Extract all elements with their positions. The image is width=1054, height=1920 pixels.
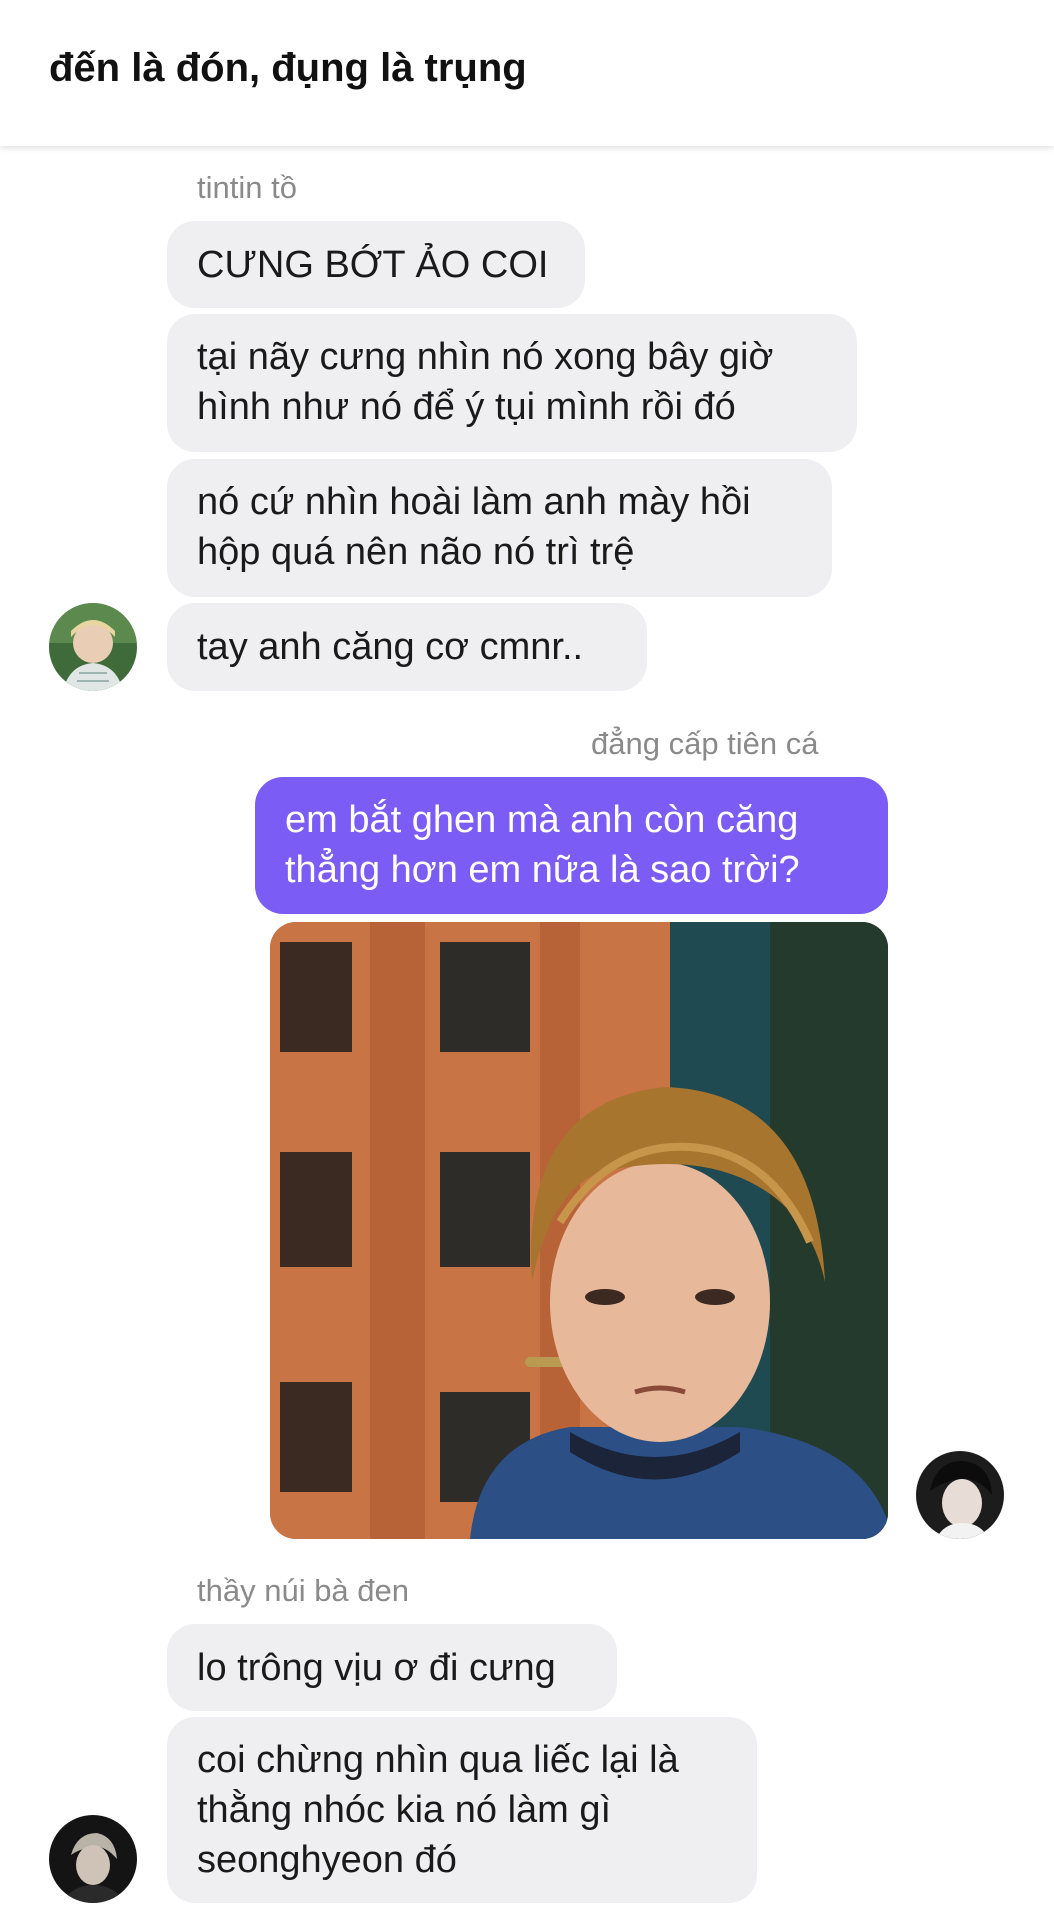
avatar-photo-icon: [49, 603, 137, 691]
chat-header: đến là đón, đụng là trụng: [0, 0, 1054, 146]
sender-name: tintin tồ: [197, 170, 297, 205]
sender-name: đẳng cấp tiên cá: [591, 726, 819, 761]
message-text: tại nãy cưng nhìn nó xong bây giờ hình n…: [197, 336, 774, 428]
avatar-photo-icon: [49, 1815, 137, 1903]
avatar[interactable]: [49, 603, 137, 691]
image-photo-icon: [270, 922, 888, 1539]
avatar[interactable]: [49, 1815, 137, 1903]
message-text: CƯNG BỚT ẢO COI: [197, 243, 549, 286]
message-bubble[interactable]: coi chừng nhìn qua liếc lại là thằng nhó…: [167, 1717, 757, 1903]
sender-name: thầy núi bà đen: [197, 1573, 410, 1608]
message-bubble[interactable]: nó cứ nhìn hoài làm anh mày hồi hộp quá …: [167, 459, 832, 597]
message-bubble[interactable]: CƯNG BỚT ẢO COI: [167, 221, 585, 308]
message-bubble[interactable]: tại nãy cưng nhìn nó xong bây giờ hình n…: [167, 314, 857, 452]
attached-image[interactable]: [270, 922, 888, 1539]
avatar-photo-icon: [916, 1451, 1004, 1539]
chat-title[interactable]: đến là đón, đụng là trụng: [49, 46, 527, 91]
message-text: coi chừng nhìn qua liếc lại là thằng nhó…: [197, 1739, 679, 1881]
message-text: tay anh căng cơ cmnr..: [197, 626, 584, 668]
message-bubble[interactable]: tay anh căng cơ cmnr..: [167, 603, 647, 691]
message-text: lo trông vịu ơ đi cưng: [197, 1646, 556, 1689]
my-message-bubble[interactable]: em bắt ghen mà anh còn căng thẳng hơn em…: [255, 777, 888, 914]
message-text: nó cứ nhìn hoài làm anh mày hồi hộp quá …: [197, 481, 751, 573]
my-avatar[interactable]: [916, 1451, 1004, 1539]
message-text: em bắt ghen mà anh còn căng thẳng hơn em…: [285, 799, 800, 891]
message-bubble[interactable]: lo trông vịu ơ đi cưng: [167, 1624, 617, 1711]
